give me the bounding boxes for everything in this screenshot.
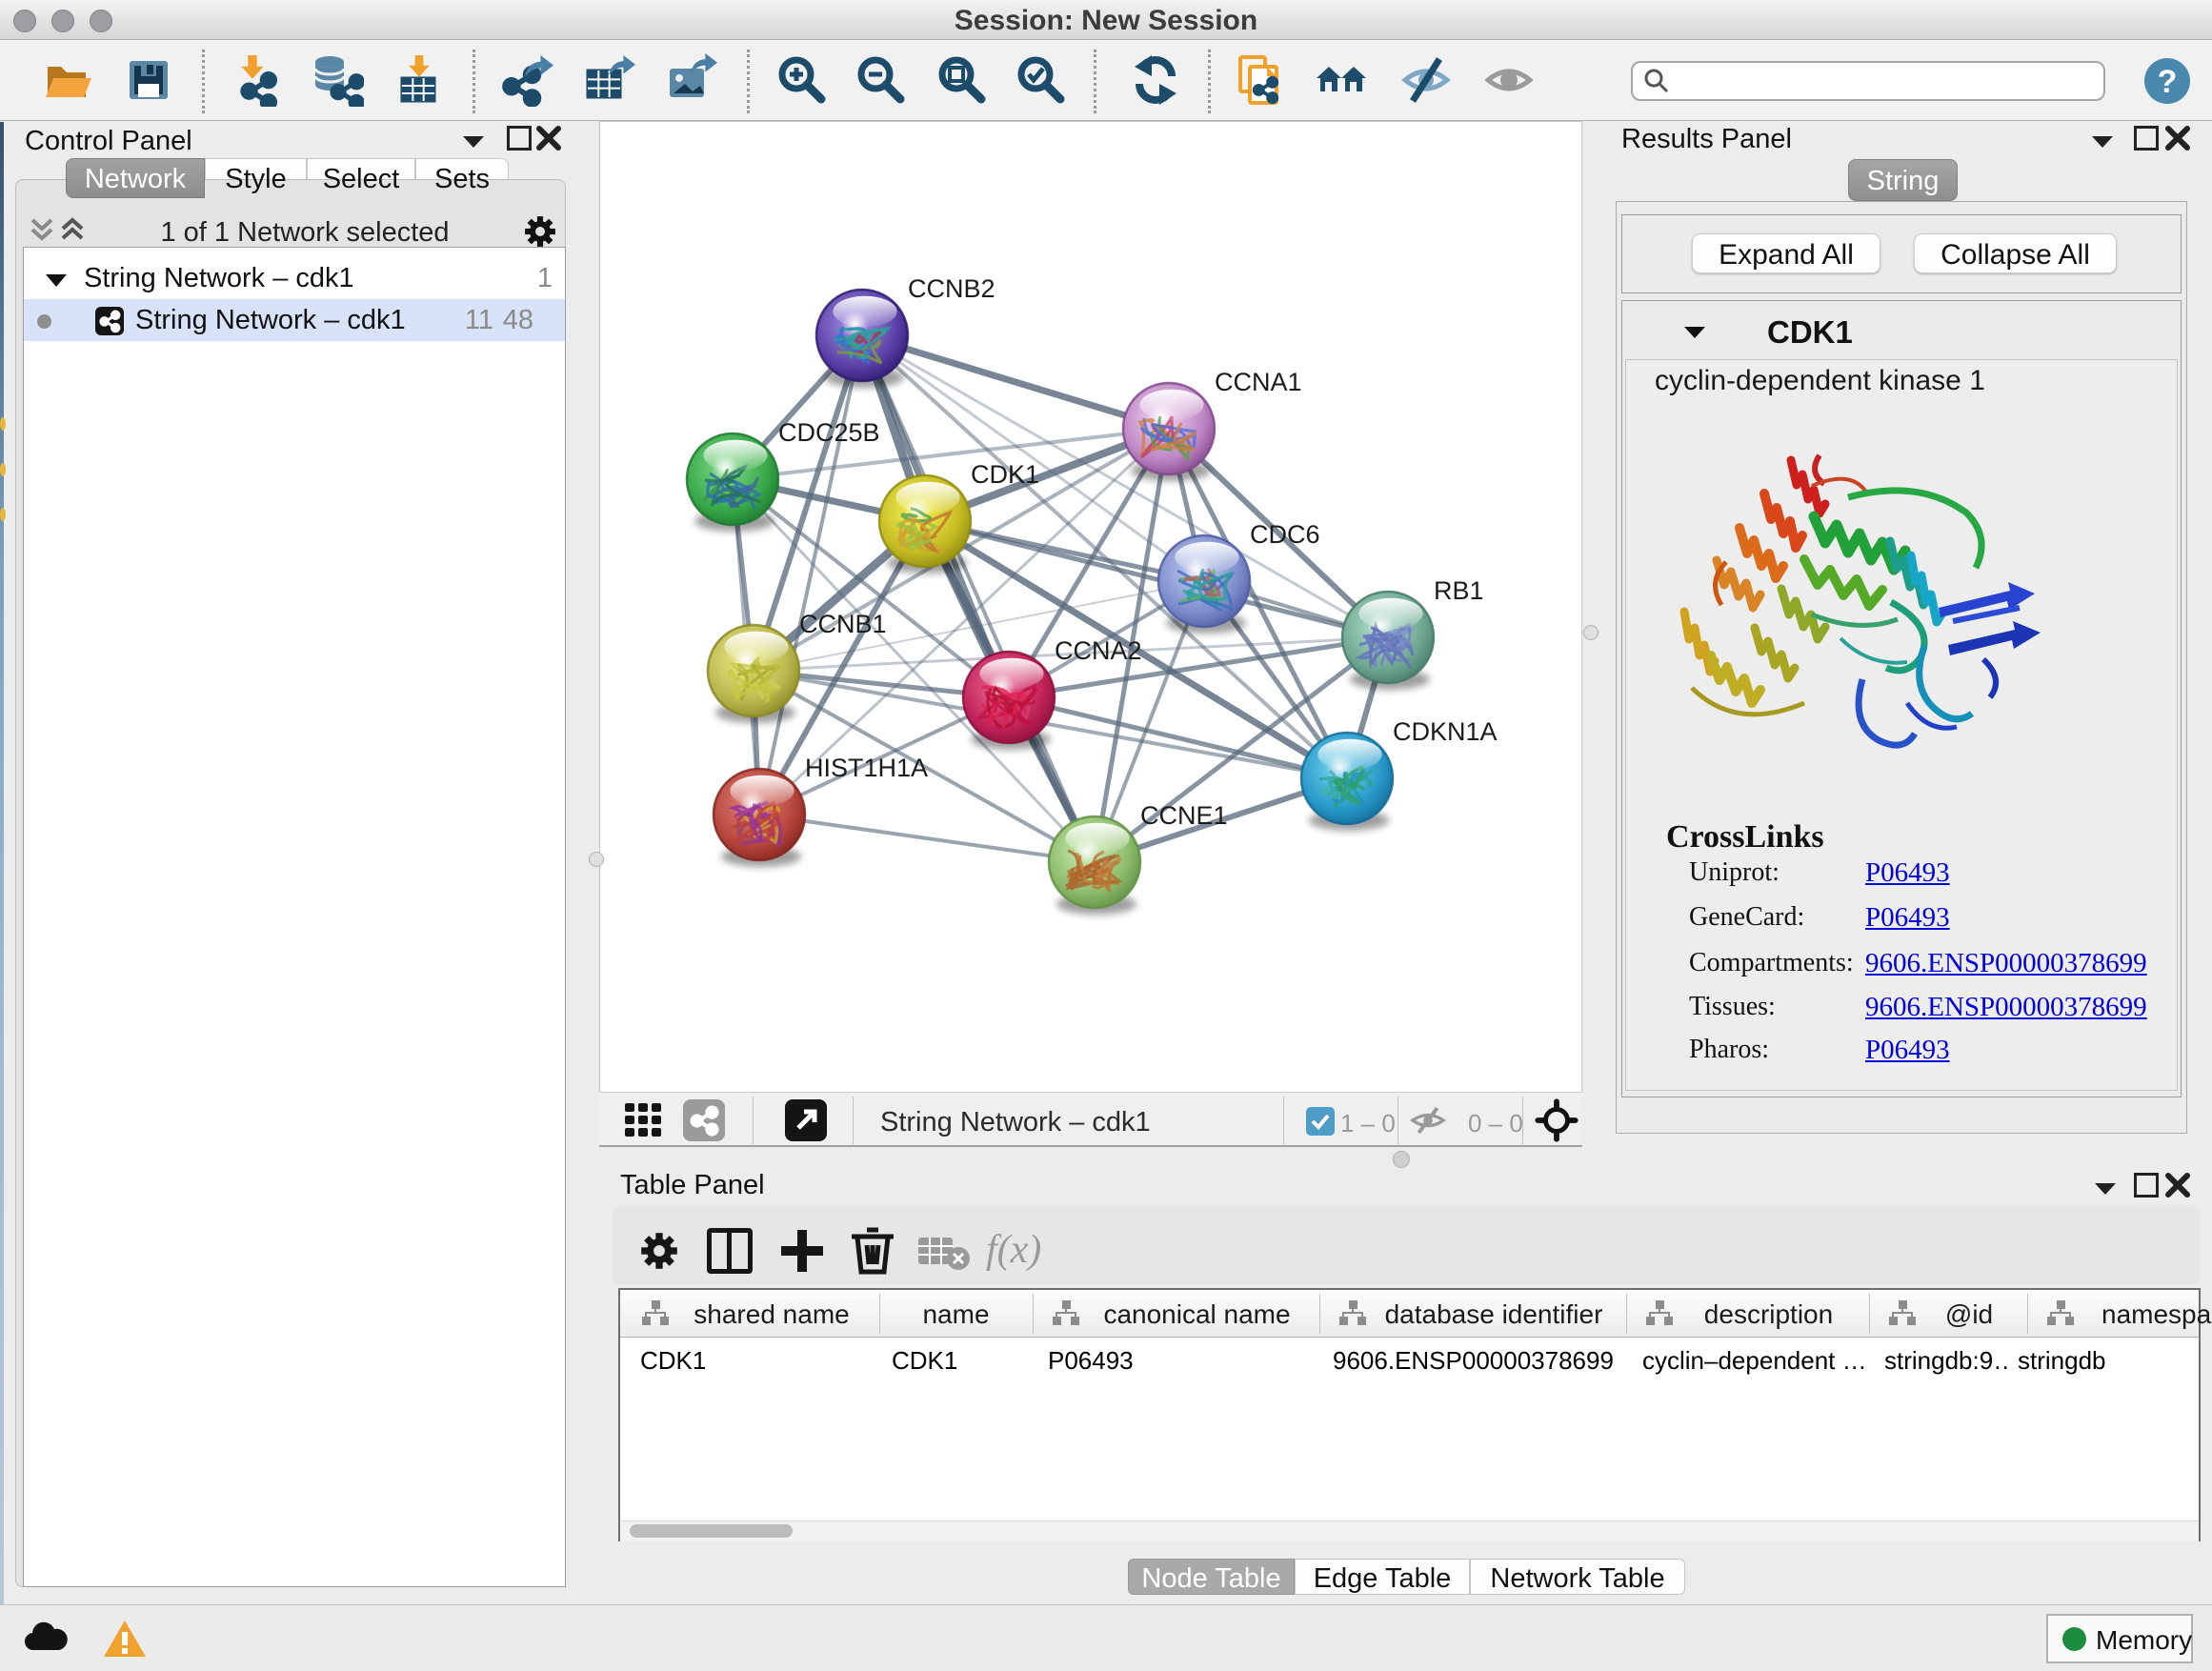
- svg-text:CCNA2: CCNA2: [1055, 636, 1142, 665]
- svg-text:CDC25B: CDC25B: [778, 418, 880, 447]
- svg-text:CCNB2: CCNB2: [908, 274, 995, 303]
- svg-text:CCNA1: CCNA1: [1215, 368, 1302, 396]
- svg-text:CCNB1: CCNB1: [799, 610, 887, 638]
- svg-text:HIST1H1A: HIST1H1A: [805, 754, 928, 782]
- svg-text:CDK1: CDK1: [971, 460, 1039, 489]
- svg-text:CDKN1A: CDKN1A: [1393, 717, 1498, 746]
- svg-text:CDC6: CDC6: [1250, 520, 1320, 549]
- svg-text:CCNE1: CCNE1: [1140, 801, 1228, 830]
- svg-text:RB1: RB1: [1434, 576, 1484, 605]
